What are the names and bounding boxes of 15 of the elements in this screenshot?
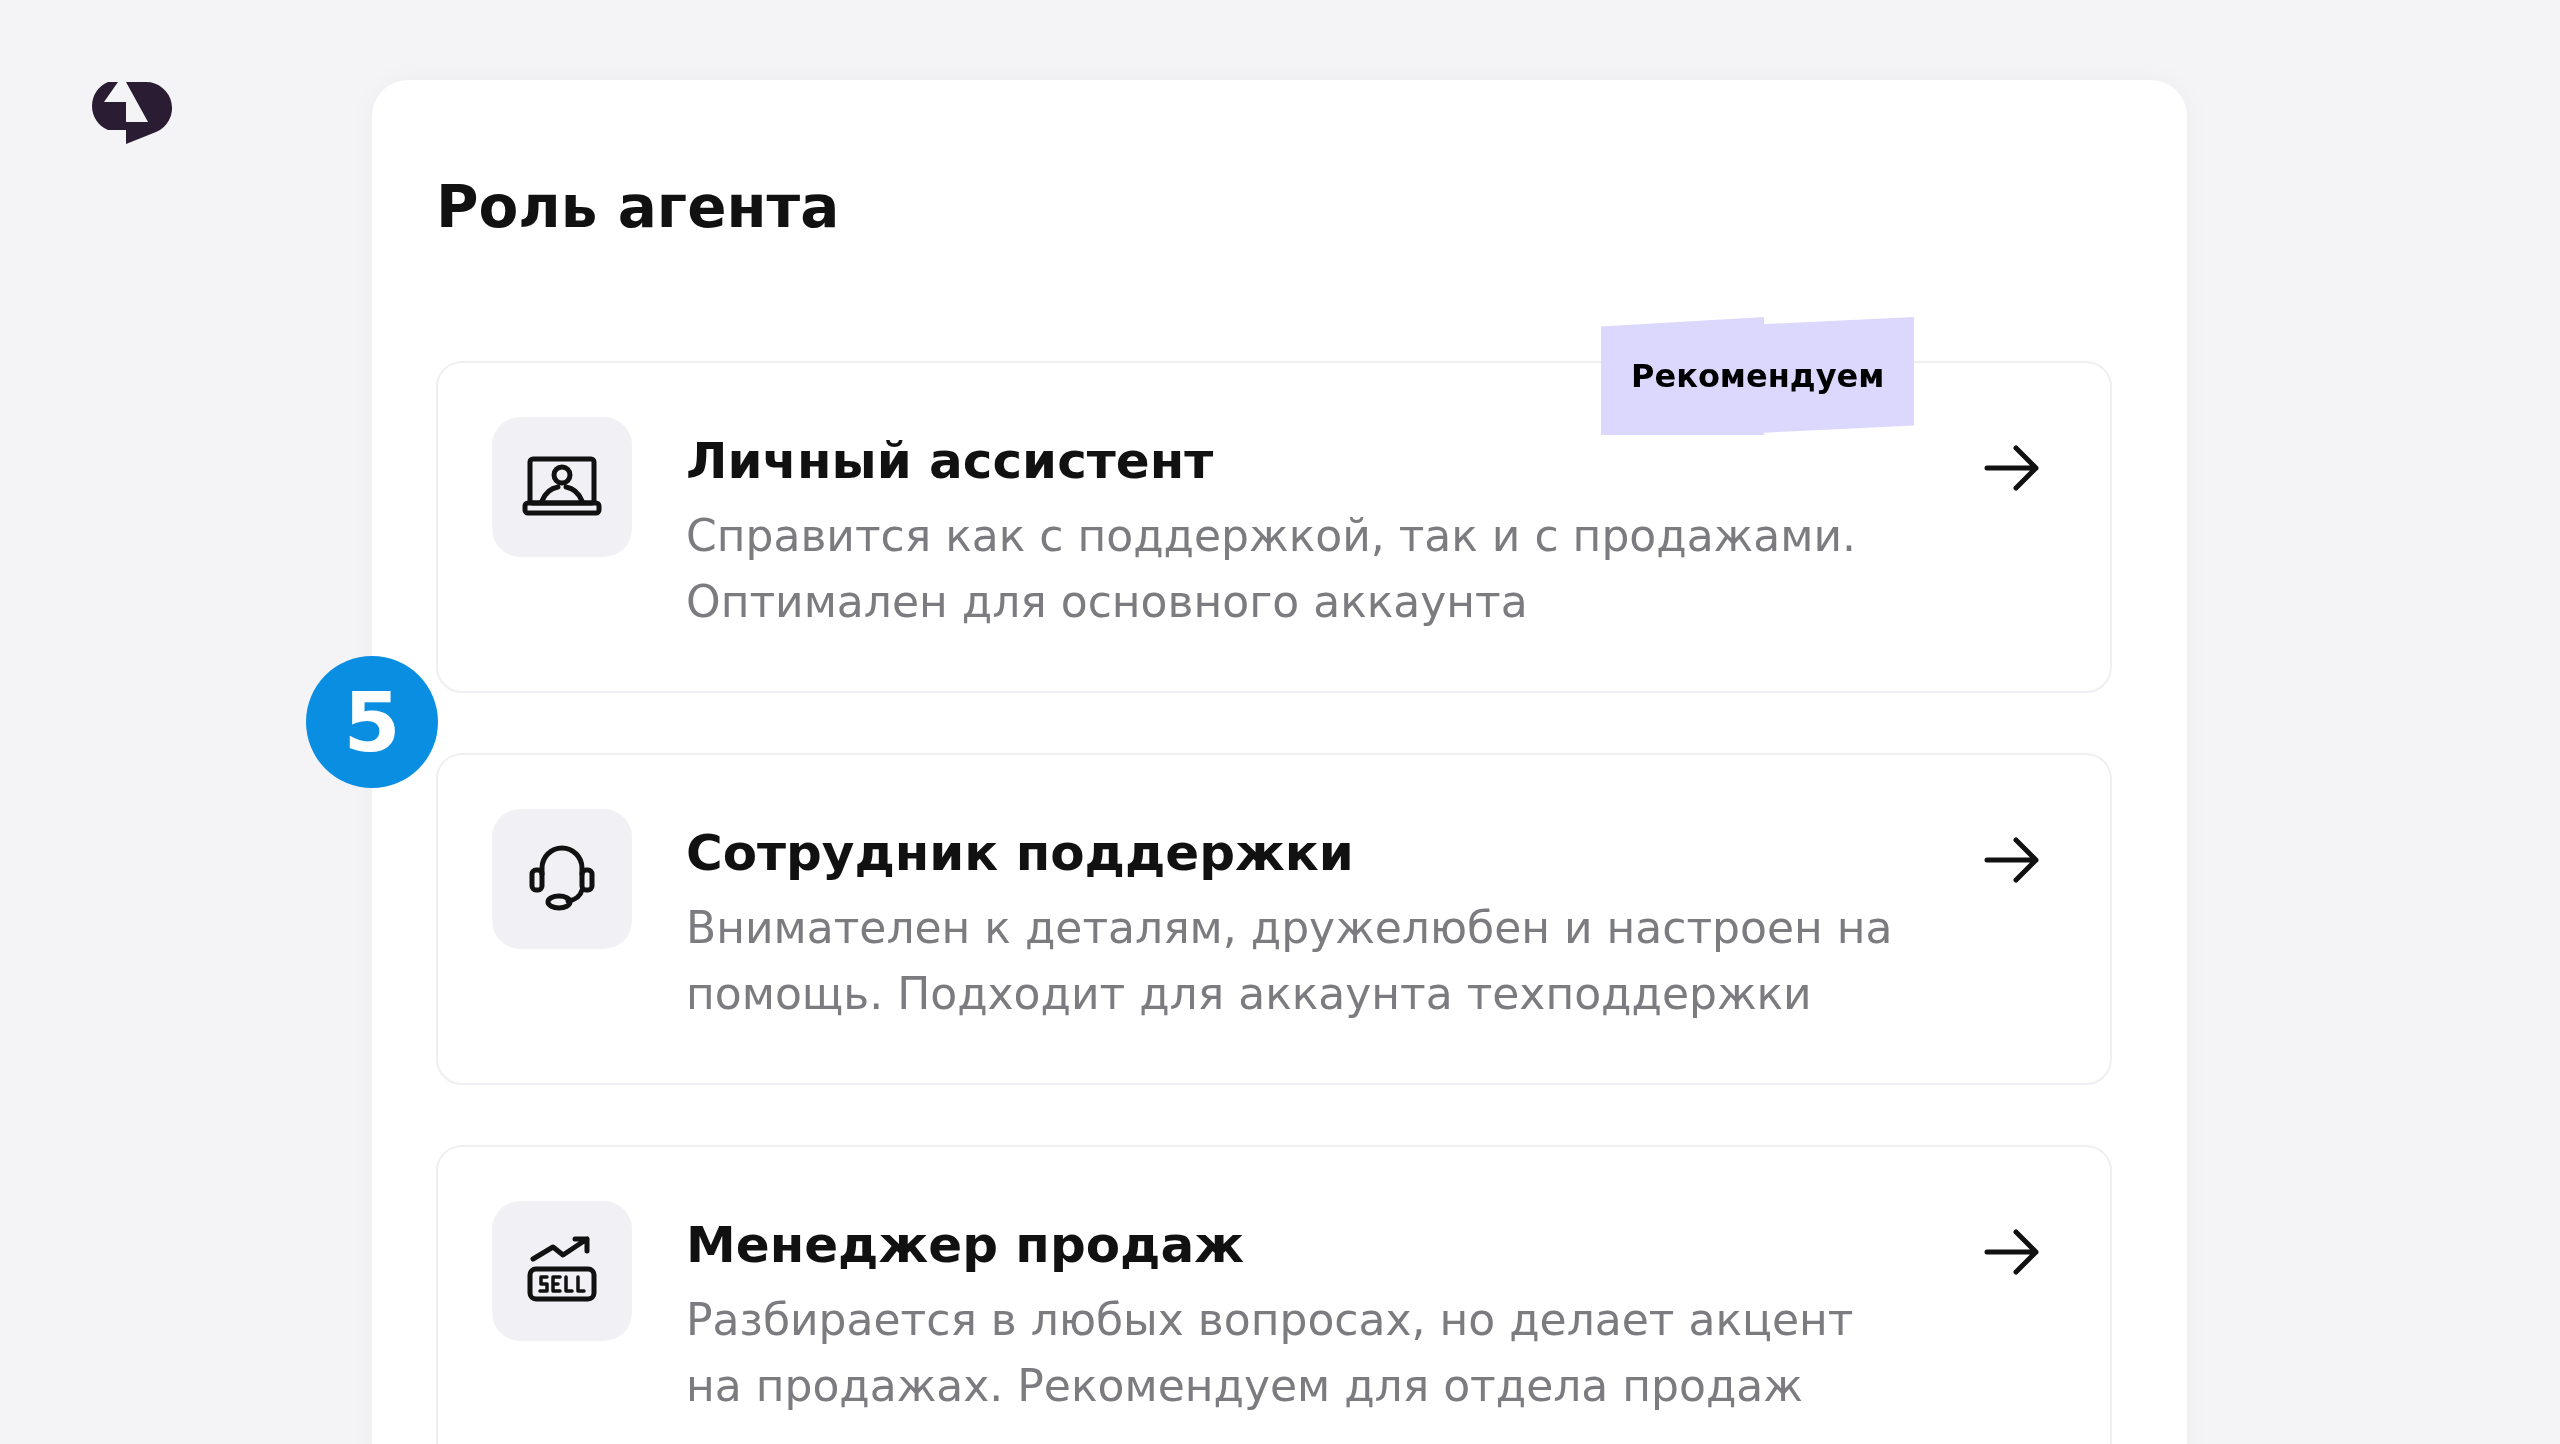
role-title: Менеджер продаж — [686, 1215, 1245, 1275]
arrow-right-icon — [1984, 1229, 2040, 1275]
role-card[interactable]: Сотрудник поддержки Внимателен к деталям, дружелюбен и настроен на помощь. Подходит для аккаунта техподдержки — [436, 753, 2112, 1085]
arrow-right-icon — [1984, 837, 2040, 883]
role-title: Сотрудник поддержки — [686, 823, 1355, 883]
recommended-tag: Рекомендуем — [1601, 317, 1915, 435]
role-description: Внимателен к деталям, дружелюбен и настроен на помощь. Подходит для аккаунта техподдержки — [686, 901, 1894, 1021]
laptop-user-icon — [522, 455, 602, 519]
role-title: Личный ассистент — [686, 431, 1215, 491]
step-number-badge: 5 — [306, 656, 438, 788]
role-card[interactable]: Менеджер продаж Разбирается в любых вопросах, но делает акцент на продажах. Рекомендуем для отдела продаж — [436, 1145, 2112, 1444]
role-description: Справится как с поддержкой, так и с продажами. Оптимален для основного аккаунта — [686, 509, 1857, 629]
arrow-right-icon — [1984, 445, 2040, 491]
page-title: Роль агента — [436, 172, 841, 236]
role-description: Разбирается в любых вопросах, но делает акцент на продажах. Рекомендуем для отдела продаж — [686, 1293, 1855, 1413]
